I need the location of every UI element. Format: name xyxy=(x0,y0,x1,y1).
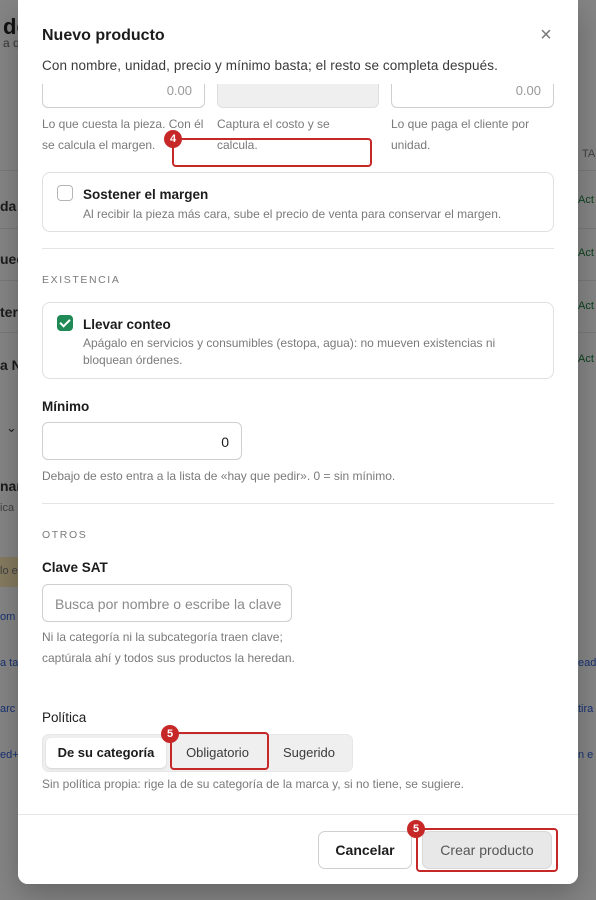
dialog-description: Con nombre, unidad, precio y mínimo bast… xyxy=(42,58,498,73)
annotation-box-5 xyxy=(170,732,269,770)
price-help: Lo que paga el cliente por unidad. xyxy=(391,117,530,152)
divider xyxy=(42,503,554,504)
sat-key-help: Ni la categoría ni la subcategoría traen… xyxy=(42,630,295,665)
annotation-badge-4: 4 xyxy=(164,130,182,148)
track-stock-text: Apágalo en servicios y consumibles (esto… xyxy=(83,336,496,367)
policy-option-category[interactable]: De su categoría xyxy=(46,738,166,768)
stock-section-label: EXISTENCIA xyxy=(42,274,121,286)
sustain-margin-card[interactable]: Sostener el margen Al recibir la pieza m… xyxy=(42,172,554,232)
policy-label: Política xyxy=(42,710,87,725)
annotation-badge-5: 5 xyxy=(161,725,179,743)
sustain-margin-title: Sostener el margen xyxy=(83,187,209,202)
price-input[interactable]: 0.00 xyxy=(391,84,554,108)
minimum-help: Debajo de esto entra a la lista de «hay … xyxy=(42,469,396,483)
sustain-margin-checkbox[interactable] xyxy=(57,185,73,201)
new-product-dialog: Nuevo producto × Con nombre, unidad, pre… xyxy=(18,0,578,884)
track-stock-checkbox[interactable] xyxy=(57,315,73,331)
dialog-footer: Cancelar Crear producto 5 xyxy=(18,814,578,884)
dialog-header: Nuevo producto × Con nombre, unidad, pre… xyxy=(18,0,578,84)
track-stock-card[interactable]: Llevar conteo Apágalo en servicios y con… xyxy=(42,302,554,379)
policy-option-suggested[interactable]: Sugerido xyxy=(269,738,349,768)
sat-key-label: Clave SAT xyxy=(42,560,108,575)
minimum-label: Mínimo xyxy=(42,399,90,414)
sat-key-input[interactable]: Busca por nombre o escribe la clave xyxy=(42,584,292,622)
minimum-input[interactable]: 0 xyxy=(42,422,242,460)
annotation-badge-5b: 5 xyxy=(407,820,425,838)
margin-input xyxy=(217,84,379,108)
policy-help: Sin política propia: rige la de su categ… xyxy=(42,777,465,791)
cost-input[interactable]: 0.00 xyxy=(42,84,205,108)
sustain-margin-text: Al recibir la pieza más cara, sube el pr… xyxy=(83,207,502,221)
annotation-box-5b xyxy=(416,828,558,872)
dialog-body[interactable]: 0.00 0.00 Lo que cuesta la pieza. Con él… xyxy=(18,84,578,814)
close-icon[interactable]: × xyxy=(536,25,556,46)
other-section-label: OTROS xyxy=(42,529,88,541)
cancel-button[interactable]: Cancelar xyxy=(318,831,412,869)
annotation-box-4 xyxy=(172,138,372,167)
track-stock-title: Llevar conteo xyxy=(83,317,171,332)
divider xyxy=(42,248,554,249)
dialog-title: Nuevo producto xyxy=(42,27,165,44)
